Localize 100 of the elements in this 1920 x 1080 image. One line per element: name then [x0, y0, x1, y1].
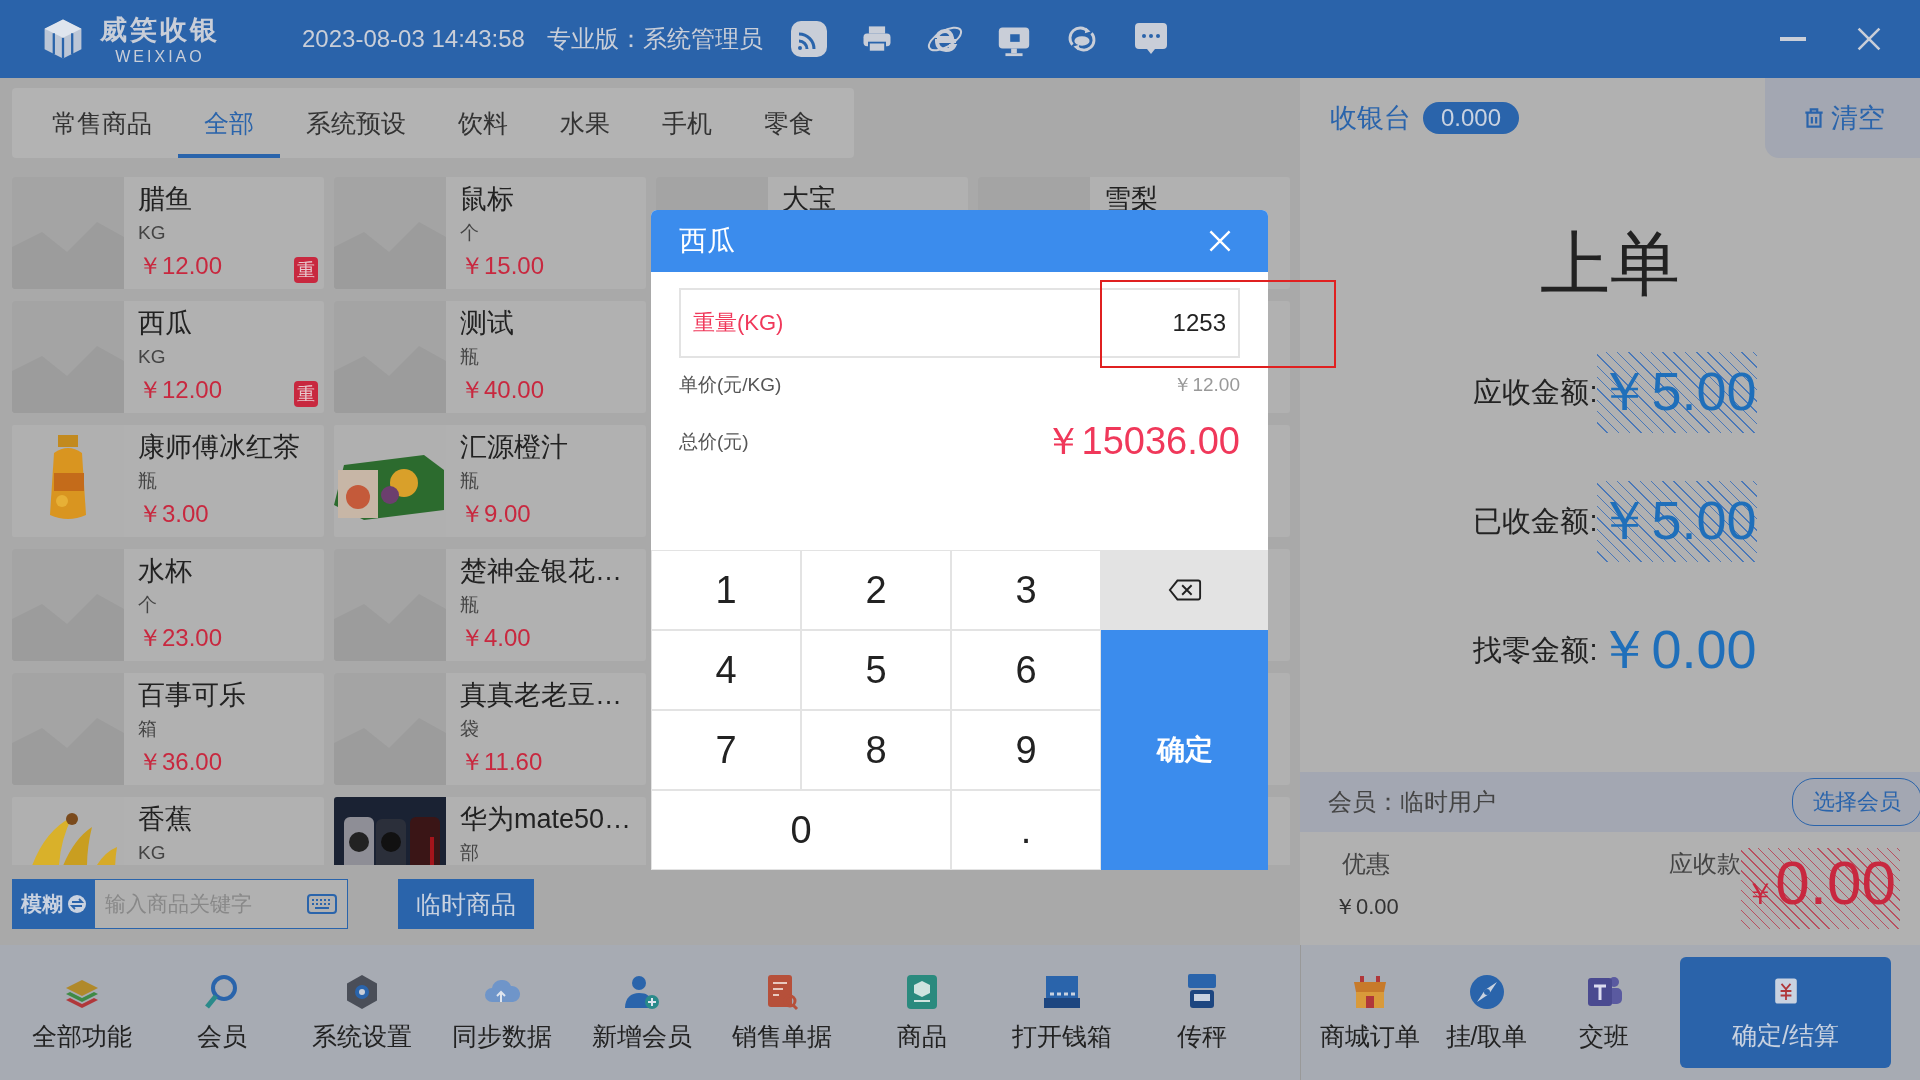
- product-unit: 袋: [460, 717, 480, 741]
- backspace-button[interactable]: [1101, 550, 1268, 630]
- toolbar-button[interactable]: 会员: [152, 945, 292, 1080]
- member-label: 会员：临时用户: [1328, 787, 1496, 817]
- keyboard-icon[interactable]: [307, 894, 337, 914]
- product-price: ￥40.00: [460, 375, 545, 405]
- product-card[interactable]: 腊鱼 KG ￥12.00 重: [12, 177, 324, 289]
- product-card[interactable]: 测试 瓶 ￥40.00: [334, 301, 646, 413]
- keypad-key[interactable]: 0: [651, 790, 951, 870]
- product-card[interactable]: 水杯 个 ￥23.00: [12, 549, 324, 661]
- product-name: 水杯: [138, 555, 193, 588]
- product-price: ￥36.00: [138, 747, 223, 777]
- product-name: 鼠标: [460, 183, 515, 216]
- product-name: 测试: [460, 307, 515, 340]
- datetime: 2023-08-03 14:43:58: [302, 25, 525, 53]
- keypad-key[interactable]: 2: [801, 550, 951, 630]
- product-price: ￥9.00: [460, 499, 531, 529]
- product-unit: 瓶: [460, 593, 480, 617]
- wifi-icon[interactable]: [788, 19, 829, 59]
- cashier-title: 收银台: [1330, 102, 1411, 135]
- product-unit: 瓶: [460, 469, 480, 493]
- toolbar-button[interactable]: 商城订单: [1311, 971, 1428, 1054]
- close-icon[interactable]: [1856, 26, 1882, 52]
- toolbar-button[interactable]: 商品: [852, 945, 992, 1080]
- product-card[interactable]: 西瓜 KG ￥12.00 重: [12, 301, 324, 413]
- product-card[interactable]: 百事可乐 箱 ￥36.00: [12, 673, 324, 785]
- product-price: ￥4.00: [460, 623, 531, 653]
- product-card[interactable]: 汇源橙汁 瓶 ￥9.00: [334, 425, 646, 537]
- category-tab[interactable]: 系统预设: [280, 88, 432, 158]
- toolbar-button[interactable]: 全部功能: [12, 945, 152, 1080]
- product-card[interactable]: 真真老老豆… 袋 ￥11.60: [334, 673, 646, 785]
- keypad-key[interactable]: 5: [801, 630, 951, 710]
- category-tab[interactable]: 常售商品: [26, 88, 178, 158]
- product-name: 西瓜: [138, 307, 193, 340]
- category-tab[interactable]: 零食: [738, 88, 840, 158]
- order-status: 上单: [1540, 224, 1680, 305]
- keypad-key[interactable]: 9: [951, 710, 1101, 790]
- toolbar-button[interactable]: 传秤: [1132, 945, 1272, 1080]
- amount-label: 应收金额:: [1473, 374, 1598, 410]
- keypad-key[interactable]: 7: [651, 710, 801, 790]
- product-price: ￥3.00: [138, 499, 209, 529]
- product-card[interactable]: 鼠标 个 ￥15.00: [334, 177, 646, 289]
- total-price-value: ￥15036.00: [1043, 419, 1240, 464]
- weighed-tag: 重: [294, 381, 318, 407]
- keypad-key[interactable]: 1: [651, 550, 801, 630]
- keypad-key[interactable]: 3: [951, 550, 1101, 630]
- product-name: 百事可乐: [138, 679, 247, 712]
- toolbar-button[interactable]: 交班: [1545, 971, 1662, 1054]
- keypad-key[interactable]: 4: [651, 630, 801, 710]
- product-unit: 部: [460, 841, 480, 865]
- logo-subtitle: WEIXIAO: [115, 48, 205, 66]
- amount-label: 找零金额:: [1473, 632, 1598, 668]
- backspace-icon: [1167, 578, 1202, 602]
- weight-field[interactable]: 重量(KG) 1253: [679, 288, 1240, 358]
- toolbar-button[interactable]: 挂/取单: [1428, 971, 1545, 1054]
- due-label: 应收款: [1669, 849, 1742, 879]
- toolbar-button[interactable]: 销售单据: [712, 945, 852, 1080]
- product-name: 大宝: [782, 183, 837, 216]
- product-price: ￥12.00: [138, 251, 223, 281]
- total-price-label: 总价(元): [679, 429, 749, 454]
- product-name: 香蕉: [138, 803, 193, 836]
- toolbar-button[interactable]: 系统设置: [292, 945, 432, 1080]
- product-price: ￥11.60: [460, 747, 543, 777]
- product-name: 汇源橙汁: [460, 431, 569, 464]
- checkout-button[interactable]: 确定/结算: [1680, 957, 1891, 1068]
- product-name: 腊鱼: [138, 183, 193, 216]
- logo-title: 威笑收银: [100, 14, 220, 47]
- product-price: ￥15.00: [460, 251, 545, 281]
- unit-price-label: 单价(元/KG): [679, 373, 782, 397]
- product-name: 楚神金银花…: [460, 555, 623, 588]
- category-tab[interactable]: 饮料: [432, 88, 534, 158]
- keypad-key[interactable]: 8: [801, 710, 951, 790]
- category-tab[interactable]: 水果: [534, 88, 636, 158]
- toolbar-button[interactable]: 同步数据: [432, 945, 572, 1080]
- product-name: 真真老老豆…: [460, 679, 623, 712]
- product-unit: 瓶: [138, 469, 158, 493]
- product-card[interactable]: 华为mate50… 部: [334, 797, 646, 865]
- swap-icon: [67, 894, 87, 914]
- keypad-key[interactable]: .: [951, 790, 1101, 870]
- product-unit: 个: [138, 593, 158, 617]
- search-mode-button[interactable]: 模糊: [13, 880, 95, 928]
- product-card[interactable]: 楚神金银花… 瓶 ￥4.00: [334, 549, 646, 661]
- product-unit: 个: [460, 221, 480, 245]
- keypad-key[interactable]: 6: [951, 630, 1101, 710]
- product-unit: KG: [138, 345, 167, 369]
- product-unit: KG: [138, 221, 167, 245]
- count-badge: 0.000: [1423, 102, 1520, 134]
- category-tab[interactable]: 手机: [636, 88, 738, 158]
- product-name: 康师傅冰红茶: [138, 431, 301, 464]
- product-price: ￥23.00: [138, 623, 223, 653]
- amount-value: ￥0.00: [1597, 618, 1757, 681]
- discount-value: ￥0.00: [1334, 893, 1399, 921]
- product-unit: 箱: [138, 717, 158, 741]
- toolbar-button[interactable]: 新增会员: [572, 945, 712, 1080]
- weighed-tag: 重: [294, 257, 318, 283]
- toolbar-button[interactable]: 打开钱箱: [992, 945, 1132, 1080]
- unit-price-value: ￥12.00: [1173, 373, 1240, 397]
- product-unit: KG: [138, 841, 167, 865]
- temporary-product-button[interactable]: 临时商品: [398, 879, 534, 929]
- amount-label: 已收金额:: [1473, 503, 1598, 539]
